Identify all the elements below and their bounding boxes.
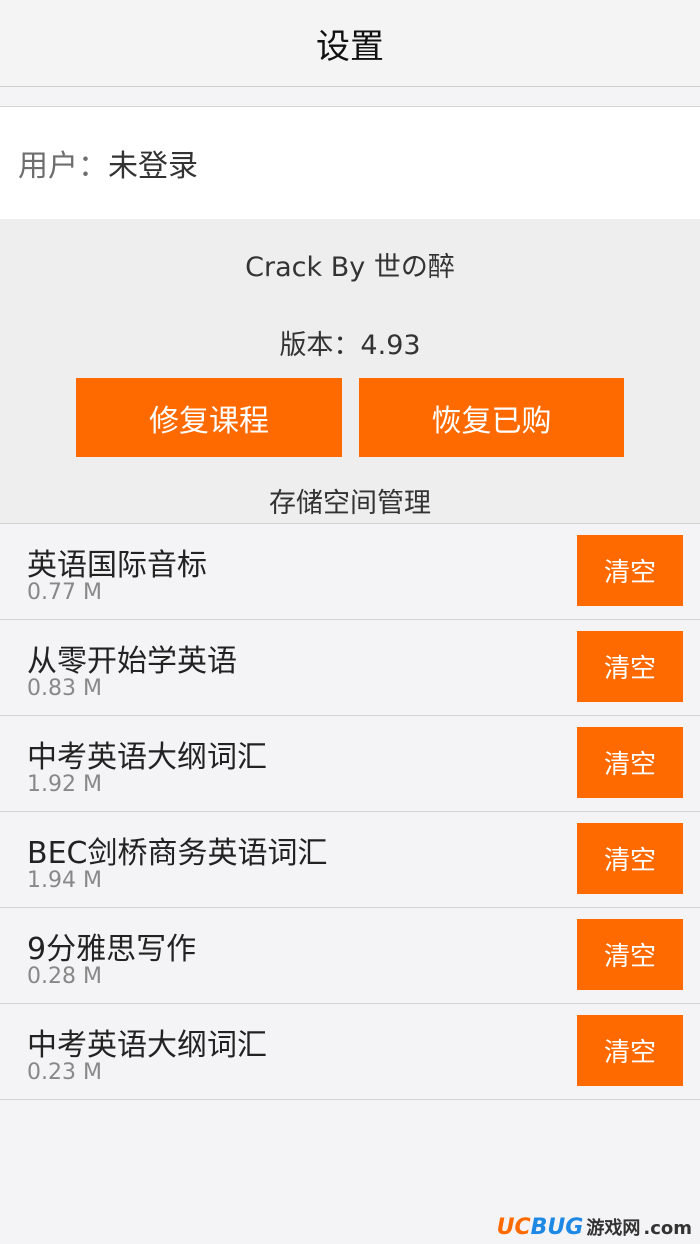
list-item: BEC剑桥商务英语词汇 1.94 M 清空 [0, 812, 700, 908]
watermark-logo: UC BUG 游戏网 .com [497, 1214, 692, 1240]
clear-button[interactable]: 清空 [577, 1015, 683, 1086]
course-name: 英语国际音标 [27, 548, 207, 583]
course-name: BEC剑桥商务英语词汇 [27, 836, 328, 871]
list-item: 中考英语大纲词汇 0.23 M 清空 [0, 1004, 700, 1100]
watermark-text: 游戏网 [586, 1218, 641, 1239]
course-name: 从零开始学英语 [27, 644, 237, 679]
user-label: 用户： [18, 149, 108, 184]
storage-section-title: 存储空间管理 [269, 488, 431, 519]
page-title: 设置 [0, 0, 700, 87]
course-size: 0.28 M [27, 964, 102, 989]
list-item: 中考英语大纲词汇 1.92 M 清空 [0, 716, 700, 812]
course-size: 0.23 M [27, 1060, 102, 1085]
watermark-domain: .com [643, 1218, 692, 1239]
clear-button[interactable]: 清空 [577, 535, 683, 606]
course-name: 中考英语大纲词汇 [27, 1028, 267, 1063]
course-size: 0.77 M [27, 580, 102, 605]
user-status[interactable]: 用户： 未登录 [0, 106, 700, 220]
clear-button[interactable]: 清空 [577, 631, 683, 702]
credit-text: Crack By 世の醉 [245, 252, 455, 283]
app-info-panel: Crack By 世の醉 版本：4.93 修复课程 恢复已购 存储空间管理 [0, 219, 700, 524]
clear-button[interactable]: 清空 [577, 727, 683, 798]
list-item: 英语国际音标 0.77 M 清空 [0, 524, 700, 620]
list-item: 从零开始学英语 0.83 M 清空 [0, 620, 700, 716]
course-name: 中考英语大纲词汇 [27, 740, 267, 775]
clear-button[interactable]: 清空 [577, 823, 683, 894]
course-size: 1.94 M [27, 868, 102, 893]
course-size: 0.83 M [27, 676, 102, 701]
clear-button[interactable]: 清空 [577, 919, 683, 990]
course-name: 9分雅思写作 [27, 932, 197, 967]
version-text: 版本：4.93 [279, 330, 421, 361]
repair-course-button[interactable]: 修复课程 [76, 378, 342, 457]
watermark-brand-b: BUG [530, 1215, 584, 1240]
watermark-brand-a: UC [496, 1215, 531, 1240]
list-item: 9分雅思写作 0.28 M 清空 [0, 908, 700, 1004]
course-size: 1.92 M [27, 772, 102, 797]
user-value: 未登录 [108, 149, 198, 184]
restore-purchase-button[interactable]: 恢复已购 [359, 378, 624, 457]
